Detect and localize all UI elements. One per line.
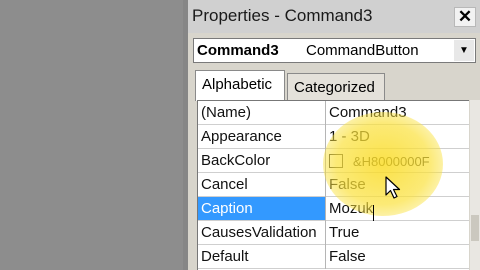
column-divider — [325, 197, 326, 221]
property-value[interactable]: False — [329, 248, 366, 265]
property-name: CausesValidation — [201, 224, 317, 241]
property-name: (Name) — [201, 104, 252, 121]
property-value[interactable]: Command3 — [329, 104, 407, 121]
column-divider — [325, 173, 326, 197]
object-selector[interactable]: Command3 CommandButton ▼ — [193, 38, 476, 63]
property-row-name[interactable]: (Name) Command3 — [198, 101, 469, 125]
property-value[interactable]: True — [329, 224, 359, 241]
column-divider — [325, 245, 326, 269]
caption-input[interactable]: Mozuk — [329, 200, 373, 217]
background-desktop — [0, 0, 188, 270]
properties-window: Properties - Command3 ✕ Command3 Command… — [188, 0, 480, 270]
object-name: Command3 — [197, 42, 279, 59]
chevron-down-icon: ▼ — [459, 45, 469, 56]
property-grid: (Name) Command3 Appearance 1 - 3D BackCo… — [197, 100, 469, 270]
property-name: Appearance — [201, 128, 282, 145]
dropdown-button[interactable]: ▼ — [454, 40, 474, 61]
mouse-pointer-icon — [385, 176, 401, 199]
text-caret — [373, 205, 374, 221]
scrollbar-thumb[interactable] — [471, 215, 479, 241]
close-icon: ✕ — [457, 7, 473, 26]
tab-categorized[interactable]: Categorized — [287, 73, 385, 101]
background-panel — [0, 0, 183, 270]
property-row-appearance[interactable]: Appearance 1 - 3D — [198, 125, 469, 149]
property-value[interactable]: False — [329, 176, 366, 193]
property-row-causesvalidation[interactable]: CausesValidation True — [198, 221, 469, 245]
property-row-cancel[interactable]: Cancel False — [198, 173, 469, 197]
title-bar[interactable]: Properties - Command3 ✕ — [188, 0, 480, 33]
property-row-default[interactable]: Default False — [198, 245, 469, 269]
column-divider — [325, 125, 326, 149]
property-value[interactable]: &H8000000F — [353, 154, 430, 169]
property-row-backcolor[interactable]: BackColor &H8000000F — [198, 149, 469, 173]
column-divider — [325, 221, 326, 245]
property-row-caption[interactable]: Caption Mozuk — [198, 197, 469, 221]
object-type: CommandButton — [306, 42, 419, 59]
close-button[interactable]: ✕ — [454, 7, 476, 27]
property-name: Caption — [198, 197, 325, 220]
property-name: BackColor — [201, 152, 271, 169]
column-divider — [325, 101, 326, 125]
property-name: Default — [201, 248, 249, 265]
window-title: Properties - Command3 — [192, 6, 373, 25]
property-value[interactable]: 1 - 3D — [329, 128, 370, 145]
vertical-scrollbar[interactable] — [470, 100, 480, 270]
tab-alphabetic[interactable]: Alphabetic — [195, 70, 285, 101]
color-swatch — [329, 154, 343, 168]
property-name: Cancel — [201, 176, 248, 193]
column-divider — [325, 149, 326, 173]
